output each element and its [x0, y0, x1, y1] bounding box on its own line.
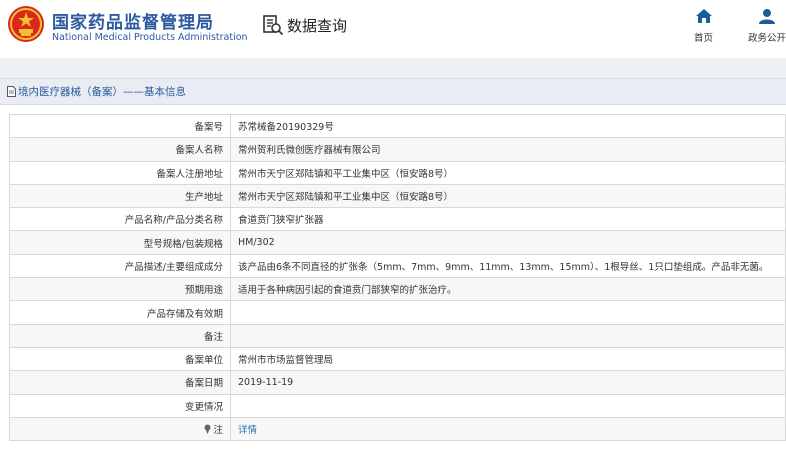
field-label: 备案人注册地址 — [9, 160, 231, 185]
note-label: 注 — [213, 425, 223, 436]
record-detail-table: 备案号 苏常械备20190329号 备案人名称 常州贺利氏微创医疗器械有限公司 备案人注… — [9, 113, 786, 442]
field-value — [230, 300, 786, 325]
table-row: 产品名称/产品分类名称 食道贲门狭窄扩张器 — [9, 207, 786, 232]
field-value: 苏常械备20190329号 — [230, 113, 786, 139]
field-label: 备注 — [9, 323, 231, 348]
field-label: 备案人名称 — [9, 137, 231, 162]
table-row: 备案日期 2019-11-19 — [9, 370, 786, 395]
nav-public-affairs-label: 政务公开 — [748, 33, 786, 44]
table-row-note: 注 详情 — [9, 416, 786, 442]
table-row: 变更情况 — [9, 393, 786, 418]
table-row: 产品描述/主要组成成分 该产品由6条不同直径的扩张条（5mm、7mm、9mm、11… — [9, 253, 786, 279]
data-query-title: 数据查询 — [262, 14, 347, 36]
user-icon — [759, 9, 775, 24]
table-row: 生产地址 常州市天宁区郑陆镇和平工业集中区（恒安路8号） — [9, 183, 786, 209]
national-emblem-icon — [8, 6, 44, 42]
field-value: 该产品由6条不同直径的扩张条（5mm、7mm、9mm、11mm、13mm、15m… — [230, 253, 786, 279]
field-value: 常州市市场监督管理局 — [230, 346, 786, 372]
table-row: 备案单位 常州市市场监督管理局 — [9, 346, 786, 372]
field-value: 食道贲门狭窄扩张器 — [230, 207, 786, 232]
field-value: 2019-11-19 — [230, 370, 786, 395]
table-row: 型号规格/包装规格 HM/302 — [9, 230, 786, 255]
section-header: 境内医疗器械（备案）——基本信息 — [0, 78, 786, 105]
field-label: 产品存储及有效期 — [9, 300, 231, 325]
org-name-cn: 国家药品监督管理局 — [52, 13, 214, 33]
table-row: 产品存储及有效期 — [9, 300, 786, 325]
field-value — [230, 393, 786, 418]
site-header: 国家药品监督管理局 National Medical Products Admi… — [0, 0, 786, 58]
nav-home[interactable]: 首页 — [694, 8, 713, 44]
header-divider — [0, 58, 786, 78]
field-value: 常州贺利氏微创医疗器械有限公司 — [230, 137, 786, 162]
field-value: HM/302 — [230, 230, 786, 255]
field-value: 常州市天宁区郑陆镇和平工业集中区（恒安路8号） — [230, 183, 786, 209]
field-value — [230, 323, 786, 348]
org-name-en: National Medical Products Administration — [52, 32, 248, 43]
field-value: 适用于各种病因引起的食道贲门部狭窄的扩张治疗。 — [230, 277, 786, 302]
details-link[interactable]: 详情 — [238, 425, 257, 436]
table-row: 备案人名称 常州贺利氏微创医疗器械有限公司 — [9, 137, 786, 162]
field-label: 备案单位 — [9, 346, 231, 372]
note-label-cell: 注 — [9, 416, 231, 442]
home-icon — [695, 9, 712, 23]
data-query-label: 数据查询 — [287, 16, 348, 35]
field-label: 产品名称/产品分类名称 — [9, 207, 231, 232]
nav-public-affairs[interactable]: 政务公开 — [748, 8, 786, 44]
field-label: 预期用途 — [9, 277, 231, 302]
nav-home-label: 首页 — [694, 33, 714, 44]
note-value-cell: 详情 — [230, 416, 786, 442]
field-label: 生产地址 — [9, 183, 231, 209]
pin-icon — [204, 424, 211, 434]
table-row: 备案号 苏常械备20190329号 — [9, 113, 786, 139]
field-label: 变更情况 — [9, 393, 231, 418]
field-value: 常州市天宁区郑陆镇和平工业集中区（恒安路8号） — [230, 160, 786, 185]
field-label: 型号规格/包装规格 — [9, 230, 231, 255]
table-row: 备注 — [9, 323, 786, 348]
document-icon — [7, 86, 16, 97]
table-row: 预期用途 适用于各种病因引起的食道贲门部狭窄的扩张治疗。 — [9, 277, 786, 302]
table-row: 备案人注册地址 常州市天宁区郑陆镇和平工业集中区（恒安路8号） — [9, 160, 786, 185]
field-label: 备案日期 — [9, 370, 231, 395]
document-search-icon — [263, 15, 284, 36]
field-label: 备案号 — [9, 113, 231, 139]
field-label: 产品描述/主要组成成分 — [9, 253, 231, 279]
section-title: 境内医疗器械（备案）——基本信息 — [18, 86, 186, 98]
